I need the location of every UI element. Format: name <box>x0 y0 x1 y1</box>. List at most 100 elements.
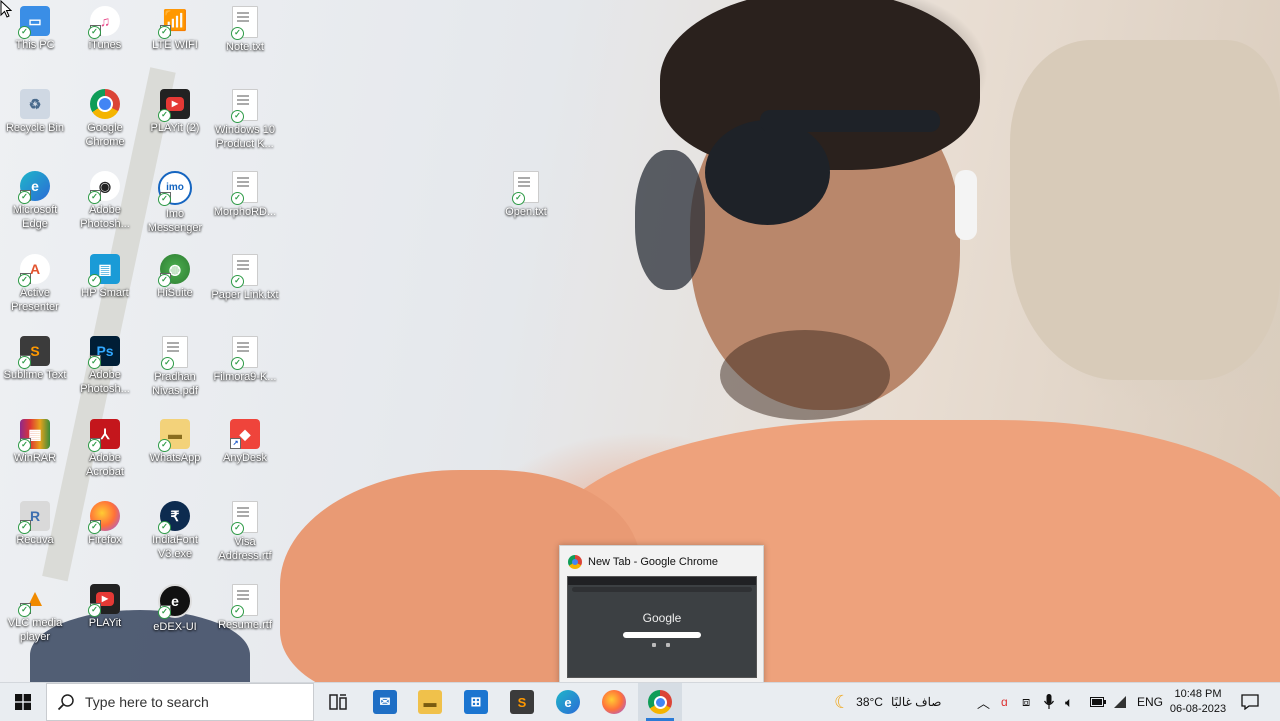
desktop-icon-lte-wifi[interactable]: 📶↗✓ LTE WIFI <box>139 6 211 52</box>
desktop-icon-morphord[interactable]: ✓ MorphoRD... <box>209 171 281 219</box>
tray-network[interactable] <box>1113 683 1127 721</box>
desktop-icon-hp-smart[interactable]: ▤ ✓ HP Smart <box>69 254 141 300</box>
desktop-icon-label: HP Smart <box>81 287 129 299</box>
desktop-icon-whatsapp[interactable]: ▬ ✓ WhatsApp <box>139 419 211 465</box>
thumb-address-bar <box>572 587 752 592</box>
desktop-icon-adobe-photoshop-2[interactable]: Ps↗✓ Adobe Photosh... <box>69 336 141 396</box>
active-presenter-icon: A↗✓ <box>18 254 50 287</box>
battery-icon <box>1090 697 1106 707</box>
notification-icon <box>1241 694 1259 710</box>
recycle-bin-icon: ♻ <box>20 89 50 119</box>
desktop-icon-pradhan-nivas[interactable]: ✓ Pradhan Nivas.pdf <box>139 336 211 398</box>
desktop-icon-visa-address[interactable]: ✓ Visa Address.rtf <box>209 501 281 563</box>
sublime-text-icon: S↗✓ <box>18 336 50 369</box>
tray-app-icon[interactable]: ɑ <box>1001 683 1008 721</box>
speaker-icon: 🔈︎ <box>1065 693 1074 710</box>
search-input[interactable] <box>83 693 307 711</box>
text-file-icon: ✓ <box>231 336 258 370</box>
desktop-icon-label: Windows 10 Product K... <box>215 124 275 150</box>
desktop-icon-winrar[interactable]: ▦↗✓ WinRAR <box>0 419 71 465</box>
taskbar-firefox[interactable] <box>592 683 636 721</box>
desktop-icon-playit[interactable]: ▶↗✓ PLAYit <box>69 584 141 630</box>
taskbar: ✉ ▬ ⊞ S e ☾ 38°C صاف غالبًا ︿ ɑ ⧈ <box>0 682 1280 721</box>
preview-thumbnail[interactable]: Google <box>567 576 757 678</box>
chevron-up-icon: ︿ <box>977 695 991 711</box>
desktop-icon-playit-2[interactable]: ▶ ✓ PLAYit (2) <box>139 89 211 135</box>
desktop-icon-edex-ui[interactable]: e↗✓ eDEX-UI <box>139 584 211 634</box>
tray-camera[interactable]: ⧈ <box>1022 683 1030 721</box>
wallpaper-hair <box>660 0 980 170</box>
desktop-icon-recuva[interactable]: R↗✓ Recuva <box>0 501 71 547</box>
playit-icon: ▶ ✓ <box>158 89 190 122</box>
desktop-icon-open-txt[interactable]: ✓ Open.txt <box>490 171 562 219</box>
mail-icon: ✉ <box>373 690 397 714</box>
thumb-shortcut <box>666 643 670 647</box>
wifi-tower-icon: 📶↗✓ <box>158 6 190 39</box>
taskbar-edge[interactable]: e <box>546 683 590 721</box>
desktop-icon-adobe-photoshop-1[interactable]: ◉↗✓ Adobe Photosh... <box>69 171 141 231</box>
desktop-icon-itunes[interactable]: ♫↗✓ iTunes <box>69 6 141 52</box>
desktop-icon-google-chrome[interactable]: Google Chrome <box>69 89 141 149</box>
desktop-icon-label: Note.txt <box>226 41 264 53</box>
edge-icon: e <box>556 690 580 714</box>
clock-date: 06-08-2023 <box>1169 703 1227 715</box>
desktop-icon-label: Adobe Photosh... <box>80 369 130 395</box>
desktop-icon-microsoft-edge[interactable]: e↗✓ Microsoft Edge <box>0 171 71 231</box>
desktop-icon-label: Resume.rtf <box>218 619 272 631</box>
show-hidden-icons-button[interactable]: ︿ <box>977 683 990 721</box>
indiafont-icon: ₹ ✓ <box>158 501 190 534</box>
chrome-icon <box>90 89 120 119</box>
desktop-icon-anydesk[interactable]: ◆ ↗ AnyDesk <box>209 419 281 465</box>
desktop-icon-sublime-text[interactable]: S↗✓ Sublime Text <box>0 336 71 382</box>
desktop-icon-label: Filmora9-K... <box>213 371 277 383</box>
desktop-icon-firefox[interactable]: ↗✓ Firefox <box>69 501 141 547</box>
desktop-icon-hisuite[interactable]: ◍↗✓ HiSuite <box>139 254 211 300</box>
taskbar-microsoft-store[interactable]: ⊞ <box>454 683 498 721</box>
desktop-icon-indiafont[interactable]: ₹ ✓ IndiaFont V3.exe <box>139 501 211 561</box>
chrome-window-preview[interactable]: New Tab - Google Chrome Google <box>559 545 764 684</box>
text-file-icon: ✓ <box>231 89 258 123</box>
desktop-icon-paper-link[interactable]: ✓ Paper Link.txt <box>209 254 281 302</box>
start-button[interactable] <box>0 683 46 721</box>
rtf-file-icon: ✓ <box>231 584 258 618</box>
thumb-search-box <box>623 632 701 638</box>
tray-volume[interactable]: 🔈︎ <box>1065 683 1073 721</box>
desktop-icon-note-txt[interactable]: ✓ Note.txt <box>209 6 281 54</box>
desktop-icon-windows-10-product-key[interactable]: ✓ Windows 10 Product K... <box>209 89 281 151</box>
desktop-icon-recycle-bin[interactable]: ♻ Recycle Bin <box>0 89 71 135</box>
desktop-icon-filmora9[interactable]: ✓ Filmora9-K... <box>209 336 281 384</box>
taskbar-sublime-text[interactable]: S <box>500 683 544 721</box>
document-file-icon: ✓ <box>231 171 258 205</box>
recuva-icon: R↗✓ <box>18 501 50 534</box>
weather-condition: صاف غالبًا <box>890 695 942 709</box>
folder-icon: ▬ ✓ <box>158 419 190 452</box>
weather-widget[interactable]: ☾ 38°C صاف غالبًا <box>834 683 941 721</box>
desktop-icon-vlc[interactable]: ▲↗✓ VLC media player <box>0 584 71 644</box>
desktop-icon-label: Adobe Acrobat <box>86 452 124 478</box>
desktop-icon-adobe-acrobat[interactable]: ⅄↗✓ Adobe Acrobat <box>69 419 141 479</box>
edex-icon: e↗✓ <box>158 584 192 619</box>
taskbar-mail[interactable]: ✉ <box>363 683 407 721</box>
task-view-button[interactable] <box>316 683 360 721</box>
task-view-icon <box>329 694 347 710</box>
tray-microphone[interactable] <box>1044 683 1054 721</box>
wallpaper-beard <box>720 330 890 420</box>
store-bag-icon: ⊞ <box>464 690 488 714</box>
desktop-icon-label: HiSuite <box>157 287 193 299</box>
hp-smart-icon: ▤ ✓ <box>88 254 120 287</box>
clock[interactable]: 10:48 PM 06-08-2023 <box>1166 687 1230 717</box>
tray-battery[interactable] <box>1090 683 1106 721</box>
windows-logo-icon <box>15 694 31 710</box>
desktop-icon-resume[interactable]: ✓ Resume.rtf <box>209 584 281 632</box>
notification-center-button[interactable] <box>1240 683 1260 721</box>
taskbar-search[interactable] <box>46 683 314 721</box>
photoshop-cd-icon: ◉↗✓ <box>88 171 120 204</box>
desktop-icon-label: IndiaFont V3.exe <box>152 534 198 560</box>
itunes-icon: ♫↗✓ <box>88 6 120 39</box>
desktop-icon-label: Imo Messenger <box>147 208 203 234</box>
taskbar-google-chrome[interactable] <box>638 683 682 721</box>
desktop-icon-imo-messenger[interactable]: imo↗✓ Imo Messenger <box>139 171 211 235</box>
input-language[interactable]: ENG <box>1137 683 1163 721</box>
taskbar-file-explorer[interactable]: ▬ <box>408 683 452 721</box>
desktop-icon-active-presenter[interactable]: A↗✓ Active Presenter <box>0 254 71 314</box>
